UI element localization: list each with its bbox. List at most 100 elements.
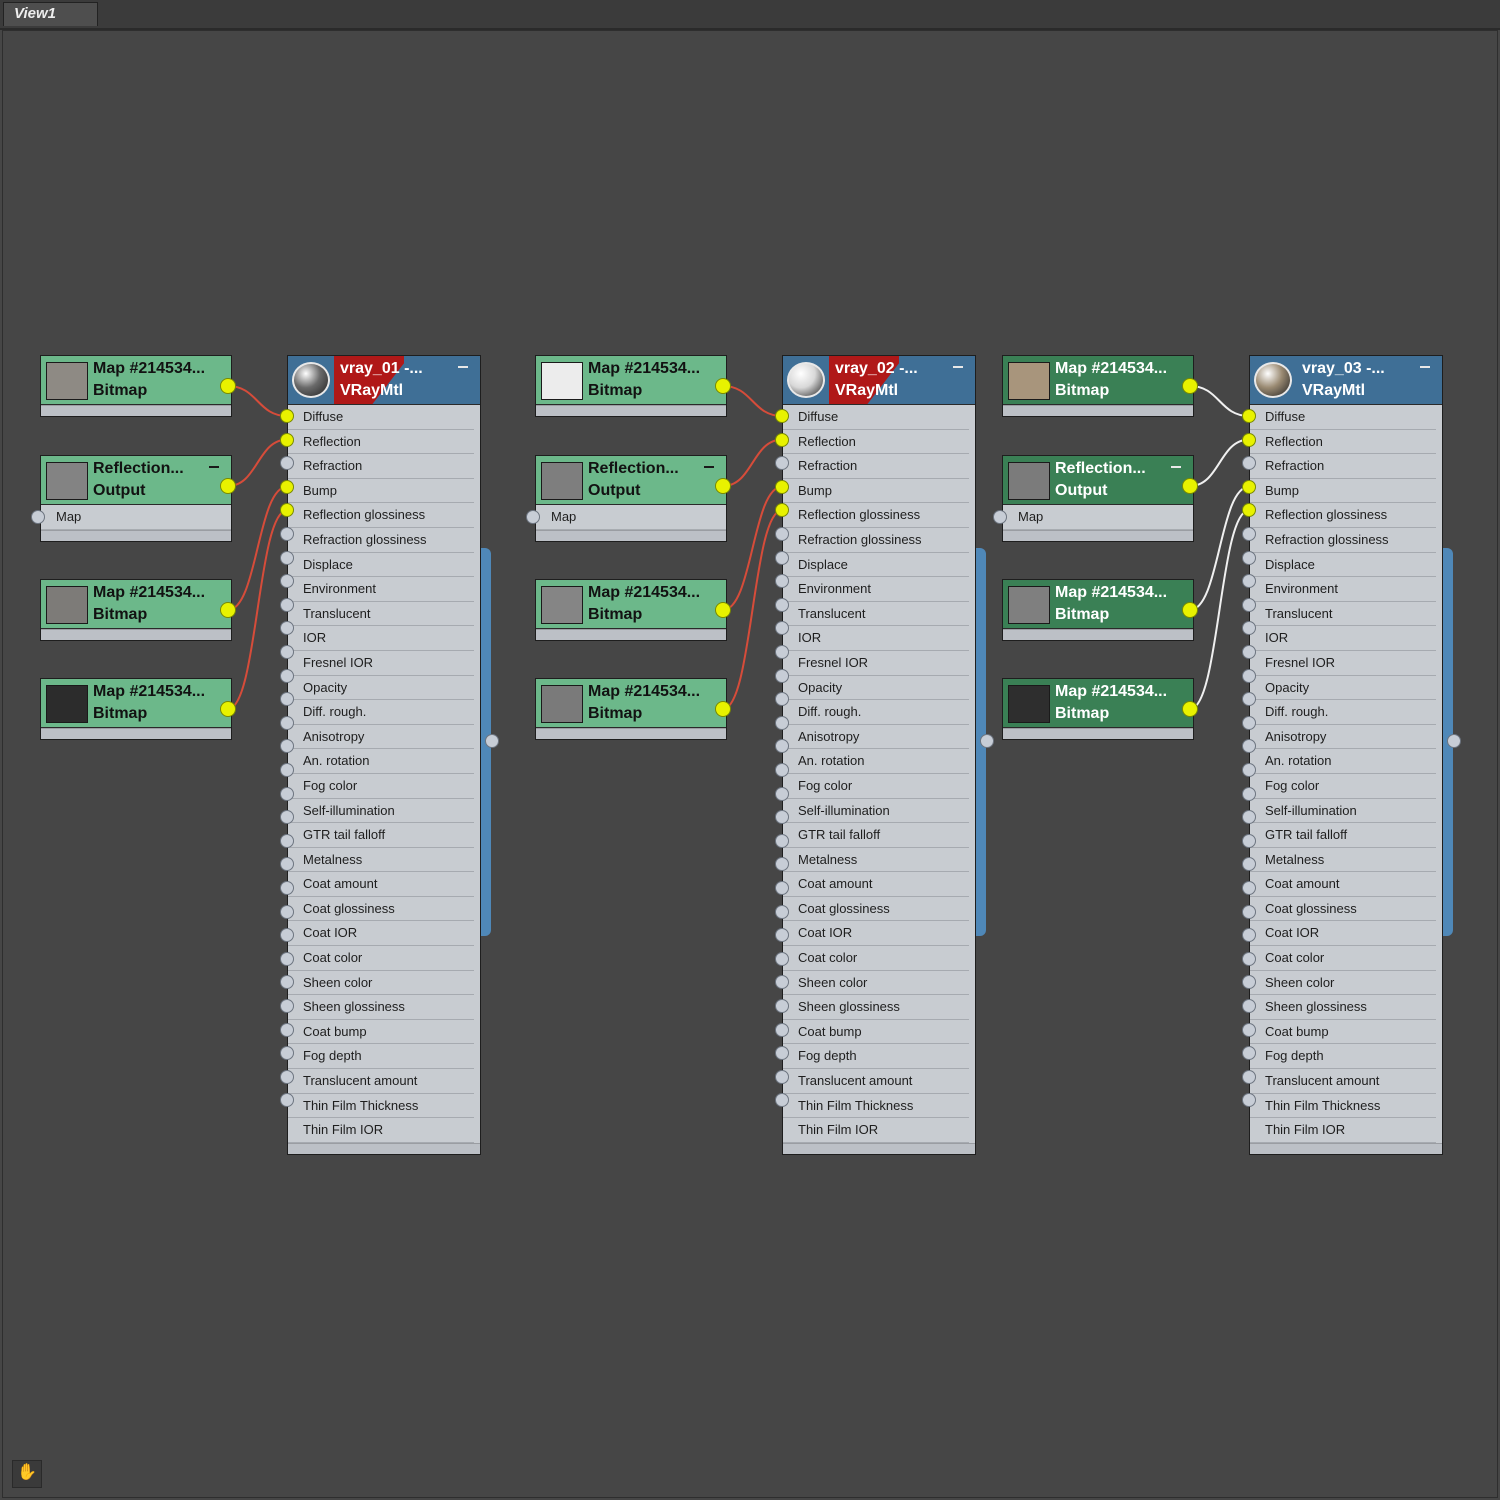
slot-input-socket[interactable] — [280, 550, 294, 565]
material-slot[interactable]: Refraction glossiness — [288, 528, 474, 553]
slot-input-socket[interactable] — [1242, 432, 1256, 447]
material-slot[interactable]: An. rotation — [1250, 749, 1436, 774]
material-slot[interactable]: Coat glossiness — [1250, 897, 1436, 922]
node-header[interactable]: Map #214534... Bitmap — [536, 356, 726, 405]
material-slot[interactable]: Coat IOR — [288, 921, 474, 947]
slot-input-socket[interactable] — [280, 763, 294, 777]
output-socket[interactable] — [220, 602, 236, 618]
slot-input-socket[interactable] — [775, 763, 789, 777]
slot-input-socket[interactable] — [1242, 763, 1256, 777]
material-slot[interactable]: Thin Film IOR — [1250, 1118, 1436, 1143]
slot-input-socket[interactable] — [280, 645, 294, 659]
material-slot[interactable]: Thin Film Thickness — [783, 1094, 969, 1119]
material-slot[interactable]: Fog color — [288, 774, 474, 799]
material-node[interactable]: vray_01 -... VRayMtl Diffuse Reflection Refr… — [287, 355, 481, 1155]
slot-input-socket[interactable] — [775, 409, 789, 423]
slot-input-socket[interactable] — [775, 881, 789, 895]
material-slot[interactable]: Coat color — [783, 946, 969, 971]
slot-input-socket[interactable] — [280, 881, 294, 895]
material-output-socket[interactable] — [980, 734, 994, 748]
output-socket[interactable] — [715, 602, 731, 618]
slot-input-socket[interactable] — [775, 715, 789, 730]
material-slot[interactable]: Translucent — [783, 602, 969, 627]
output-socket[interactable] — [715, 701, 731, 717]
slot-input-socket[interactable] — [280, 1069, 294, 1084]
node-header[interactable]: Reflection... Output — [41, 456, 231, 505]
slot-input-socket[interactable] — [775, 786, 789, 801]
slot-input-socket[interactable] — [1242, 715, 1256, 730]
material-slot[interactable]: Refraction glossiness — [783, 528, 969, 553]
output-socket[interactable] — [1182, 602, 1198, 618]
node-header[interactable]: Reflection... Output — [536, 456, 726, 505]
material-slot[interactable]: Sheen color — [1250, 971, 1436, 996]
slot-input-socket[interactable] — [775, 645, 789, 659]
bitmap-node[interactable]: Map #214534... Bitmap — [40, 678, 232, 740]
slot-input-socket[interactable] — [280, 597, 294, 612]
material-slot[interactable]: Coat color — [288, 946, 474, 971]
material-slot[interactable]: Self-illumination — [783, 799, 969, 824]
input-slot-map[interactable]: Map — [41, 505, 231, 530]
slot-input-socket[interactable] — [1242, 999, 1256, 1013]
output-socket[interactable] — [1182, 478, 1198, 494]
output-socket[interactable] — [715, 378, 731, 394]
material-slot[interactable]: Fog color — [783, 774, 969, 799]
output-socket[interactable] — [220, 701, 236, 717]
view-tab[interactable]: View1 — [3, 2, 98, 26]
slot-input-socket[interactable] — [1242, 881, 1256, 895]
material-slot[interactable]: Sheen glossiness — [288, 995, 474, 1020]
material-slot[interactable]: Coat amount — [1250, 872, 1436, 897]
material-slot[interactable]: Diffuse — [288, 405, 474, 430]
material-output-socket[interactable] — [485, 734, 499, 748]
material-slot[interactable]: Translucent — [288, 602, 474, 627]
bitmap-node[interactable]: Map #214534... Bitmap — [1002, 678, 1194, 740]
material-slot[interactable]: Fog depth — [783, 1044, 969, 1070]
material-slot[interactable]: Coat bump — [288, 1020, 474, 1045]
bitmap-node[interactable]: Map #214534... Bitmap — [535, 355, 727, 417]
map-input-socket[interactable] — [526, 510, 540, 524]
material-slot[interactable]: Environment — [1250, 577, 1436, 602]
material-slot[interactable]: Metalness — [783, 848, 969, 873]
material-slot[interactable]: Opacity — [288, 676, 474, 701]
material-slot[interactable]: Coat IOR — [783, 921, 969, 947]
slot-input-socket[interactable] — [280, 479, 294, 494]
map-input-socket[interactable] — [31, 510, 45, 524]
slot-input-socket[interactable] — [280, 668, 294, 683]
bitmap-node[interactable]: Map #214534... Bitmap — [535, 579, 727, 641]
material-slot[interactable]: Sheen color — [783, 971, 969, 996]
bitmap-node[interactable]: Map #214534... Bitmap — [40, 355, 232, 417]
node-header[interactable]: Map #214534... Bitmap — [41, 679, 231, 728]
material-slot[interactable]: Thin Film Thickness — [1250, 1094, 1436, 1119]
material-slot[interactable]: Fresnel IOR — [1250, 651, 1436, 676]
material-node[interactable]: vray_03 -... VRayMtl Diffuse Reflection Refr… — [1249, 355, 1443, 1155]
slot-input-socket[interactable] — [775, 1069, 789, 1084]
node-header[interactable]: Map #214534... Bitmap — [41, 356, 231, 405]
material-slot[interactable]: Bump — [288, 479, 474, 504]
material-slot[interactable]: Diff. rough. — [783, 700, 969, 725]
slot-input-socket[interactable] — [1242, 668, 1256, 683]
material-slot[interactable]: Reflection glossiness — [1250, 503, 1436, 528]
material-slot[interactable]: Environment — [783, 577, 969, 602]
collapse-button[interactable] — [1420, 366, 1430, 368]
node-header[interactable]: Map #214534... Bitmap — [1003, 580, 1193, 629]
output-node[interactable]: Reflection... Output Map — [40, 455, 232, 542]
material-slot[interactable]: Displace — [288, 553, 474, 578]
output-socket[interactable] — [1182, 378, 1198, 394]
node-header[interactable]: Reflection... Output — [1003, 456, 1193, 505]
material-slot[interactable]: Fog depth — [1250, 1044, 1436, 1070]
material-slot[interactable]: Fresnel IOR — [288, 651, 474, 676]
output-socket[interactable] — [715, 478, 731, 494]
slot-input-socket[interactable] — [1242, 479, 1256, 494]
input-slot-map[interactable]: Map — [536, 505, 726, 530]
slot-input-socket[interactable] — [1242, 904, 1256, 919]
material-header[interactable]: vray_02 -... VRayMtl — [783, 356, 975, 405]
slot-input-socket[interactable] — [280, 409, 294, 423]
input-slot-map[interactable]: Map — [1003, 505, 1193, 530]
material-slot[interactable]: Diff. rough. — [1250, 700, 1436, 725]
output-node[interactable]: Reflection... Output Map — [535, 455, 727, 542]
material-slot[interactable]: Translucent amount — [783, 1069, 969, 1094]
slot-input-socket[interactable] — [775, 432, 789, 447]
material-slot[interactable]: Coat bump — [1250, 1020, 1436, 1045]
slot-input-socket[interactable] — [775, 951, 789, 966]
material-slot[interactable]: Coat color — [1250, 946, 1436, 971]
material-slot[interactable]: Diffuse — [783, 405, 969, 430]
